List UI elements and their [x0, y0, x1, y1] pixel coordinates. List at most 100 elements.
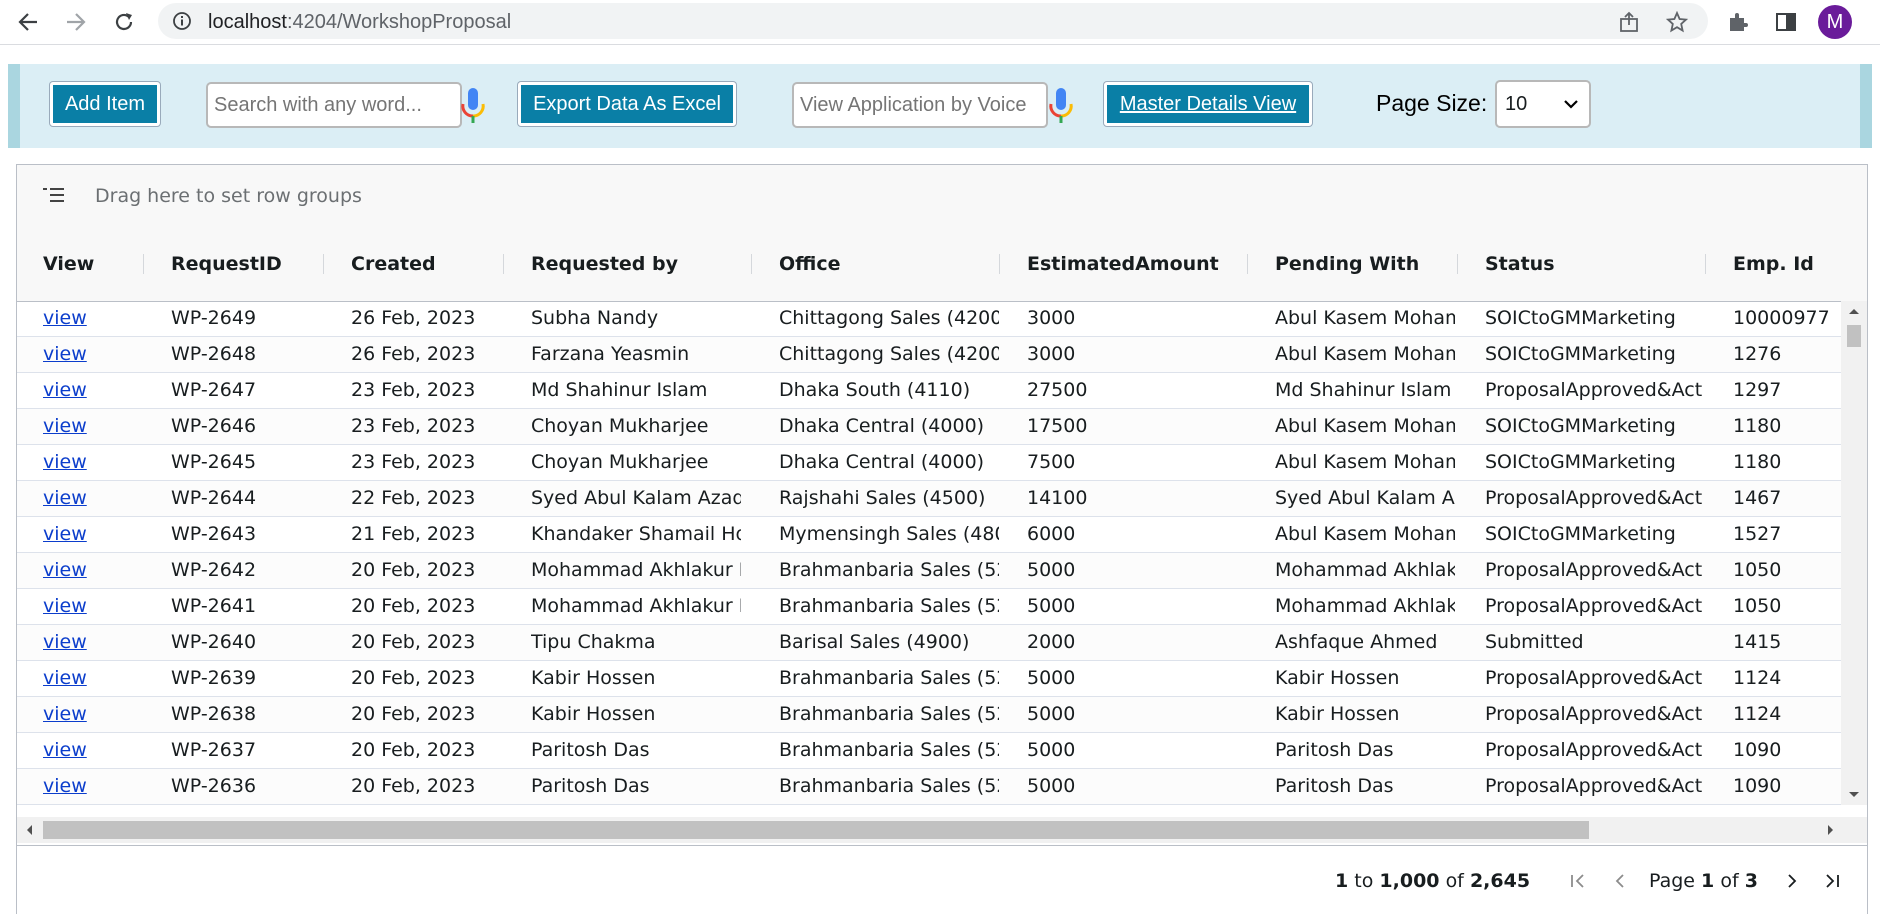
cell-estimated-amount[interactable]: 5000 — [1027, 553, 1237, 589]
cell-requested-by[interactable]: Mohammad Akhlakur R — [531, 553, 741, 589]
cell-status[interactable]: SOICtoGMMarketing — [1485, 517, 1705, 553]
cell-emp-id[interactable]: 1467 — [1733, 481, 1841, 517]
col-header-office[interactable]: Office — [779, 227, 841, 301]
cell-created-date[interactable]: 20 Feb, 2023 — [351, 553, 501, 589]
table-row[interactable]: view WP-2642 20 Feb, 2023 Mohammad Akhlakur… — [17, 553, 1841, 589]
cell-estimated-amount[interactable]: 3000 — [1027, 337, 1237, 373]
row-group-panel[interactable]: Drag here to set row groups — [17, 165, 1867, 228]
cell-office[interactable]: Chittagong Sales (4200) — [779, 337, 999, 373]
table-row[interactable]: view WP-2643 21 Feb, 2023 Khandaker Shamail… — [17, 517, 1841, 553]
cell-created-date[interactable]: 26 Feb, 2023 — [351, 337, 501, 373]
cell-requested-by[interactable]: Paritosh Das — [531, 733, 741, 769]
table-row[interactable]: view WP-2645 23 Feb, 2023 Choyan Mukharjee D… — [17, 445, 1841, 481]
cell-emp-id[interactable]: 1050 — [1733, 589, 1841, 625]
cell-request-id[interactable]: WP-2643 — [171, 517, 321, 553]
col-separator[interactable] — [503, 254, 504, 274]
cell-requested-by[interactable]: Paritosh Das — [531, 769, 741, 805]
cell-created-date[interactable]: 20 Feb, 2023 — [351, 769, 501, 805]
scroll-left-icon[interactable] — [25, 824, 33, 836]
cell-request-id[interactable]: WP-2645 — [171, 445, 321, 481]
cell-created-date[interactable]: 23 Feb, 2023 — [351, 373, 501, 409]
col-separator[interactable] — [323, 254, 324, 274]
col-header-requestid[interactable]: RequestID — [171, 227, 282, 301]
cell-office[interactable]: Rajshahi Sales (4500) — [779, 481, 999, 517]
cell-request-id[interactable]: WP-2640 — [171, 625, 321, 661]
col-header-view[interactable]: View — [43, 227, 94, 301]
cell-estimated-amount[interactable]: 5000 — [1027, 733, 1237, 769]
cell-office[interactable]: Dhaka South (4110) — [779, 373, 999, 409]
cell-office[interactable]: Chittagong Sales (4200) — [779, 301, 999, 337]
cell-pending-with[interactable]: Abul Kasem Moham — [1275, 445, 1455, 481]
share-icon[interactable] — [1618, 11, 1640, 33]
view-link[interactable]: view — [43, 559, 87, 581]
cell-created-date[interactable]: 22 Feb, 2023 — [351, 481, 501, 517]
cell-status[interactable]: ProposalApproved&Act — [1485, 769, 1705, 805]
cell-emp-id[interactable]: 1180 — [1733, 445, 1841, 481]
cell-status[interactable]: SOICtoGMMarketing — [1485, 409, 1705, 445]
back-icon[interactable] — [12, 6, 44, 38]
cell-office[interactable]: Dhaka Central (4000) — [779, 409, 999, 445]
cell-requested-by[interactable]: Khandaker Shamail Hos — [531, 517, 741, 553]
cell-status[interactable]: ProposalApproved&Act — [1485, 697, 1705, 733]
scroll-right-icon[interactable] — [1827, 824, 1835, 836]
cell-emp-id[interactable]: 10000977 — [1733, 301, 1841, 337]
cell-request-id[interactable]: WP-2649 — [171, 301, 321, 337]
col-header-pending-with[interactable]: Pending With — [1275, 227, 1419, 301]
table-row[interactable]: view WP-2639 20 Feb, 2023 Kabir Hossen Brahm… — [17, 661, 1841, 697]
page-size-select[interactable]: 10 — [1495, 80, 1591, 128]
cell-office[interactable]: Brahmanbaria Sales (520 — [779, 769, 999, 805]
table-row[interactable]: view WP-2637 20 Feb, 2023 Paritosh Das Brahm… — [17, 733, 1841, 769]
cell-office[interactable]: Barisal Sales (4900) — [779, 625, 999, 661]
cell-emp-id[interactable]: 1180 — [1733, 409, 1841, 445]
cell-created-date[interactable]: 21 Feb, 2023 — [351, 517, 501, 553]
cell-created-date[interactable]: 20 Feb, 2023 — [351, 733, 501, 769]
cell-created-date[interactable]: 26 Feb, 2023 — [351, 301, 501, 337]
search-input[interactable]: Search with any word... — [206, 82, 462, 128]
cell-request-id[interactable]: WP-2641 — [171, 589, 321, 625]
cell-office[interactable]: Brahmanbaria Sales (520 — [779, 589, 999, 625]
cell-emp-id[interactable]: 1124 — [1733, 661, 1841, 697]
cell-status[interactable]: SOICtoGMMarketing — [1485, 301, 1705, 337]
cell-request-id[interactable]: WP-2639 — [171, 661, 321, 697]
cell-emp-id[interactable]: 1090 — [1733, 769, 1841, 805]
cell-office[interactable]: Brahmanbaria Sales (520 — [779, 733, 999, 769]
cell-created-date[interactable]: 23 Feb, 2023 — [351, 445, 501, 481]
col-header-emp-id[interactable]: Emp. Id — [1733, 227, 1814, 301]
cell-status[interactable]: Submitted — [1485, 625, 1705, 661]
table-row[interactable]: view WP-2638 20 Feb, 2023 Kabir Hossen Brahm… — [17, 697, 1841, 733]
voice-mic-icon[interactable] — [1046, 86, 1076, 126]
cell-status[interactable]: ProposalApproved&Act — [1485, 733, 1705, 769]
profile-avatar[interactable]: M — [1818, 5, 1852, 39]
col-header-requested-by[interactable]: Requested by — [531, 227, 678, 301]
cell-request-id[interactable]: WP-2636 — [171, 769, 321, 805]
view-link[interactable]: view — [43, 379, 87, 401]
view-link[interactable]: view — [43, 415, 87, 437]
view-link[interactable]: view — [43, 451, 87, 473]
col-separator[interactable] — [999, 254, 1000, 274]
cell-emp-id[interactable]: 1527 — [1733, 517, 1841, 553]
cell-status[interactable]: SOICtoGMMarketing — [1485, 337, 1705, 373]
cell-request-id[interactable]: WP-2647 — [171, 373, 321, 409]
cell-pending-with[interactable]: Abul Kasem Moham — [1275, 409, 1455, 445]
forward-icon[interactable] — [60, 6, 92, 38]
table-row[interactable]: view WP-2640 20 Feb, 2023 Tipu Chakma Barisa… — [17, 625, 1841, 661]
cell-request-id[interactable]: WP-2642 — [171, 553, 321, 589]
cell-emp-id[interactable]: 1415 — [1733, 625, 1841, 661]
view-link[interactable]: view — [43, 343, 87, 365]
last-page-icon[interactable] — [1819, 868, 1845, 894]
cell-pending-with[interactable]: Md Shahinur Islam — [1275, 373, 1455, 409]
cell-emp-id[interactable]: 1297 — [1733, 373, 1841, 409]
col-header-status[interactable]: Status — [1485, 227, 1555, 301]
cell-requested-by[interactable]: Kabir Hossen — [531, 661, 741, 697]
cell-emp-id[interactable]: 1276 — [1733, 337, 1841, 373]
cell-estimated-amount[interactable]: 5000 — [1027, 661, 1237, 697]
master-details-button[interactable]: Master Details View — [1104, 82, 1312, 126]
scroll-up-icon[interactable] — [1848, 307, 1860, 315]
cell-created-date[interactable]: 20 Feb, 2023 — [351, 661, 501, 697]
cell-estimated-amount[interactable]: 5000 — [1027, 769, 1237, 805]
export-excel-button[interactable]: Export Data As Excel — [518, 82, 736, 126]
cell-office[interactable]: Brahmanbaria Sales (520 — [779, 553, 999, 589]
cell-office[interactable]: Dhaka Central (4000) — [779, 445, 999, 481]
bookmark-star-icon[interactable] — [1665, 10, 1689, 33]
next-page-icon[interactable] — [1779, 868, 1805, 894]
